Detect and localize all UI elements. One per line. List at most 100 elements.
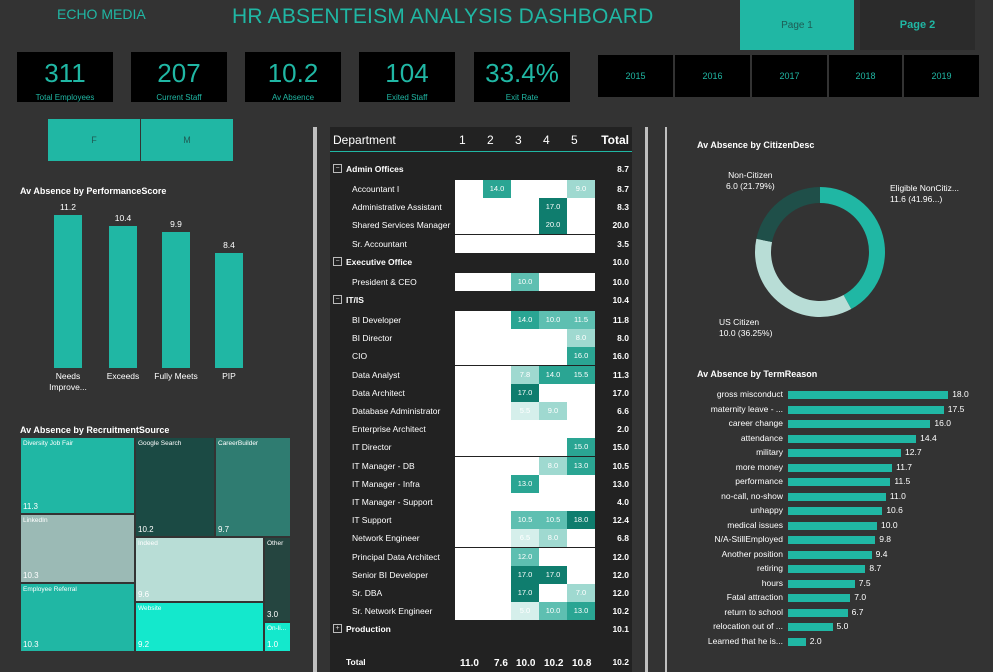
treemap-tile-value: 10.2 (138, 525, 154, 534)
perf-bar-category: Needs Improve... (49, 371, 87, 392)
year-2018-button[interactable]: 2018 (829, 55, 902, 97)
term-bar-value: 11.5 (894, 476, 911, 486)
expand-collapse-icon[interactable]: − (333, 164, 342, 173)
term-bar[interactable] (788, 579, 855, 588)
year-2017-button[interactable]: 2017 (752, 55, 827, 97)
gender-f-button[interactable]: F (48, 119, 140, 161)
term-bar[interactable] (788, 405, 944, 414)
matrix-row[interactable]: 10.0 President & CEO 10.0 (330, 272, 632, 291)
treemap-tile[interactable]: Other 3.0 (264, 537, 291, 622)
gender-m-button[interactable]: M (141, 119, 233, 161)
treemap-tile[interactable]: Employee Referral 10.3 (20, 583, 135, 652)
matrix-row[interactable]: 16.0 CIO 16.0 (330, 347, 632, 366)
matrix-row[interactable]: 7.8 14.0 15.5 Data Analyst 11.3 (330, 365, 632, 384)
matrix-row[interactable]: 5.0 10.0 13.0 Sr. Network Engineer 10.2 (330, 602, 632, 621)
term-bar[interactable] (788, 492, 886, 501)
term-bar[interactable] (788, 536, 876, 544)
matrix-row-label: Production (346, 624, 391, 635)
year-2019-button[interactable]: 2019 (904, 55, 979, 97)
perf-bar[interactable] (109, 225, 137, 368)
matrix-row[interactable]: 14.0 9.0 Accountant I 8.7 (330, 180, 632, 198)
treemap-tile[interactable]: Website 9.2 (135, 602, 264, 652)
matrix-row[interactable]: IT Manager - Support 4.0 (330, 493, 632, 511)
matrix-row[interactable]: 6.5 8.0 Network Engineer 6.8 (330, 529, 632, 548)
matrix-row[interactable]: 14.0 10.0 11.5 BI Developer 11.8 (330, 311, 632, 329)
matrix-cell (483, 493, 511, 511)
donut-slice[interactable] (820, 187, 885, 310)
matrix-row-total: 3.5 (617, 238, 629, 249)
matrix-cell (483, 474, 511, 493)
term-bar[interactable] (788, 637, 806, 646)
matrix-header-col: 3 (515, 133, 522, 147)
treemap-tile[interactable]: Indeed 9.6 (135, 537, 264, 602)
department-matrix[interactable]: Department 1 2 3 4 5 Total − Admin Office… (330, 127, 632, 672)
treemap-tile[interactable]: CareerBuilder 9.7 (215, 437, 291, 537)
perf-chart-title: Av Absence by PerformanceScore (20, 186, 167, 196)
perf-bar[interactable] (162, 232, 190, 368)
matrix-group-row[interactable]: + Production 10.1 (330, 620, 632, 638)
expand-collapse-icon[interactable]: + (333, 624, 342, 634)
matrix-row[interactable]: 17.0 Data Architect 17.0 (330, 383, 632, 402)
term-bar-value: 7.5 (858, 577, 871, 588)
matrix-row[interactable]: 13.0 IT Manager - Infra 13.0 (330, 474, 632, 493)
perf-bar[interactable] (54, 214, 82, 368)
matrix-row[interactable]: 8.0 13.0 IT Manager - DB 10.5 (330, 456, 632, 475)
matrix-cell (511, 420, 539, 439)
year-2016-button[interactable]: 2016 (675, 55, 750, 97)
treemap-tile[interactable]: Google Search 10.2 (135, 437, 215, 537)
donut-slice[interactable] (755, 238, 852, 317)
term-bar-category: Fatal attraction (726, 592, 783, 602)
term-bar-category: more money (735, 461, 783, 472)
page-1-button[interactable]: Page 1 (740, 0, 854, 50)
term-bar[interactable] (788, 594, 851, 602)
matrix-row[interactable]: Sr. Accountant 3.5 (330, 234, 632, 253)
matrix-group-row[interactable]: − Executive Office 10.0 (330, 253, 632, 271)
donut-slice[interactable] (756, 187, 820, 243)
matrix-row[interactable]: 17.0 17.0 Senior BI Developer 12.0 (330, 565, 632, 584)
term-bar[interactable] (788, 420, 931, 428)
treemap-tile[interactable]: On-li... 1.0 (264, 622, 291, 652)
matrix-cell: 8.0 (539, 529, 567, 548)
matrix-cell (567, 216, 595, 235)
matrix-row[interactable]: 5.5 9.0 Database Administrator 6.6 (330, 402, 632, 420)
matrix-row[interactable]: 15.0 IT Director 15.0 (330, 438, 632, 457)
matrix-cell (511, 493, 539, 511)
matrix-row[interactable]: 17.0 Administrative Assistant 8.3 (330, 198, 632, 217)
matrix-row[interactable]: 12.0 Principal Data Architect 12.0 (330, 547, 632, 566)
treemap-tile[interactable]: LinkedIn 10.3 (20, 514, 135, 583)
matrix-header-col: 2 (487, 133, 494, 147)
matrix-row[interactable]: 17.0 7.0 Sr. DBA 12.0 (330, 584, 632, 602)
term-bar[interactable] (788, 550, 872, 559)
term-bar[interactable] (788, 449, 902, 457)
perf-bar[interactable] (215, 252, 243, 368)
page-2-button[interactable]: Page 2 (860, 0, 975, 50)
total-grand: 10.2 (612, 657, 629, 667)
matrix-cell (483, 529, 511, 548)
treemap-tile[interactable]: Diversity Job Fair 11.3 (20, 437, 135, 514)
matrix-row[interactable]: 10.5 10.5 18.0 IT Support 12.4 (330, 511, 632, 530)
expand-collapse-icon[interactable]: − (333, 295, 342, 304)
matrix-row[interactable]: 20.0 Shared Services Manager 20.0 (330, 216, 632, 235)
matrix-row-total: 10.5 (612, 460, 629, 471)
term-bar[interactable] (788, 391, 949, 399)
term-bar[interactable] (788, 478, 891, 486)
term-bar-value: 18.0 (952, 389, 969, 399)
term-bar[interactable] (788, 507, 883, 515)
term-bar[interactable] (788, 565, 866, 573)
matrix-cell (455, 347, 483, 366)
kpi-label: Current Staff (156, 93, 202, 102)
matrix-row[interactable]: 8.0 BI Director 8.0 (330, 329, 632, 348)
term-bar[interactable] (788, 463, 893, 472)
perf-bar-value: 10.4 (114, 212, 132, 223)
kpi-value: 104 (385, 58, 429, 88)
term-bar[interactable] (788, 434, 917, 443)
term-bar-category: N/A-StillEmployed (714, 534, 784, 544)
matrix-row[interactable]: Enterprise Architect 2.0 (330, 420, 632, 439)
matrix-group-row[interactable]: − Admin Offices 8.7 (330, 160, 632, 178)
expand-collapse-icon[interactable]: − (333, 256, 342, 266)
year-2015-button[interactable]: 2015 (598, 55, 673, 97)
term-bar[interactable] (788, 623, 833, 631)
term-bar[interactable] (788, 521, 877, 530)
matrix-group-row[interactable]: − IT/IS 10.4 (330, 291, 632, 309)
term-bar[interactable] (788, 608, 848, 617)
